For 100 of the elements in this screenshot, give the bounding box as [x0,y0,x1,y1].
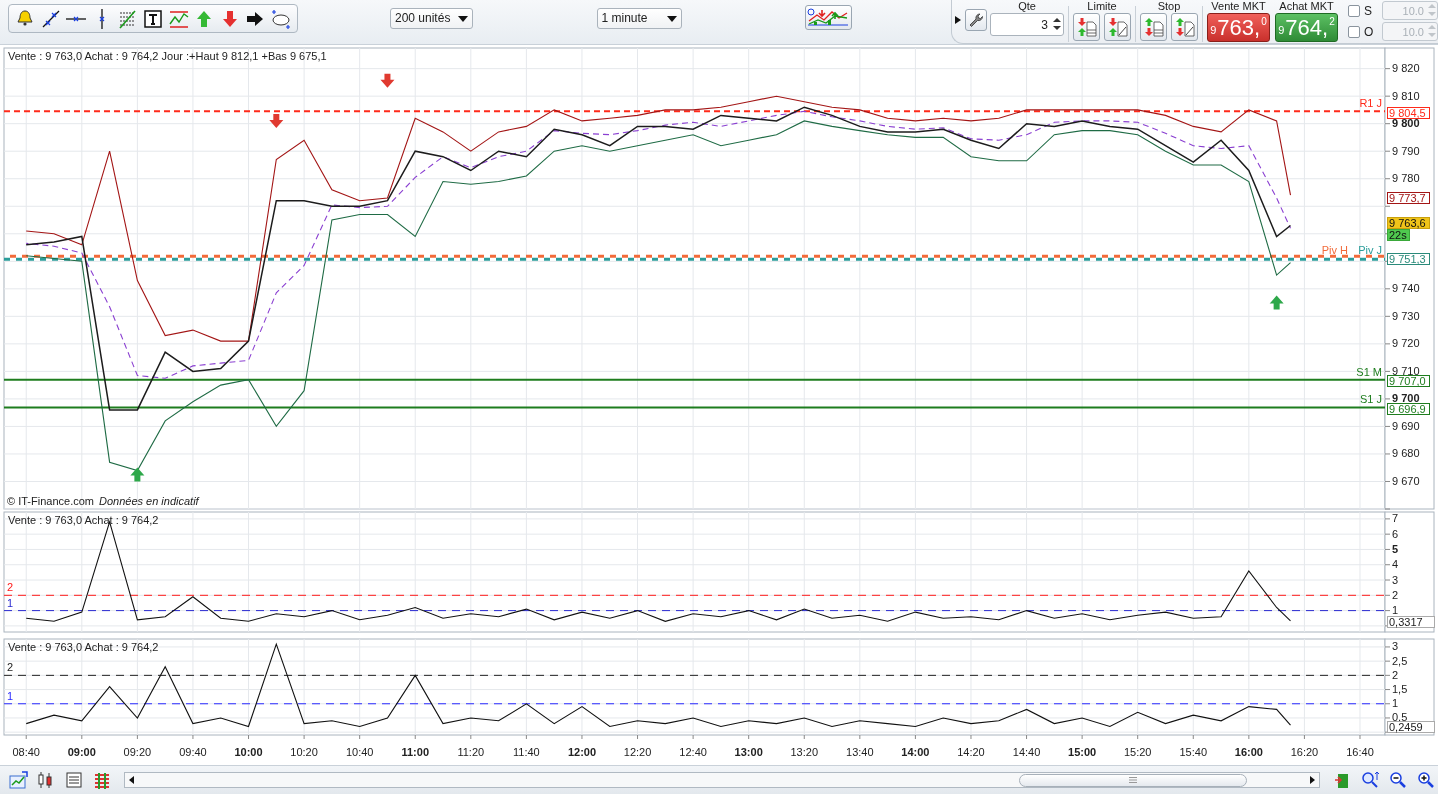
time-label: 13:40 [846,746,874,758]
axis-label: 3 [1392,640,1399,653]
time-label: 10:40 [345,746,374,758]
wrench-icon [968,12,984,28]
indicator-button[interactable] [804,5,852,30]
axis-label: 9 730 [1392,309,1420,322]
spinner-icon [1427,23,1437,39]
axis-label: 9 700 [1392,392,1420,405]
time-label: 15:40 [1179,746,1208,758]
level-label: 1 [7,596,14,609]
time-label: 10:20 [290,746,318,758]
level-label: Piv H [1321,243,1348,256]
time-label: 14:20 [957,746,985,758]
chart-icon [7,770,28,790]
axis-label: 9 710 [1392,364,1420,377]
quantity-field[interactable]: 3 [990,13,1064,36]
time-label: 16:40 [1346,746,1374,758]
level-label: 2 [7,581,14,594]
time-label: 09:00 [67,746,96,758]
scroll-thumb[interactable] [1018,773,1247,787]
text-tool-icon [142,7,164,30]
axis-label: 4 [1392,558,1399,571]
axis-label: 7 [1392,512,1399,525]
price-tag: 9 773,7 [1387,192,1430,204]
time-label: 13:20 [790,746,818,758]
time-label: 15:00 [1068,746,1097,758]
spinner-icon[interactable] [1052,15,1062,33]
price-tag: 9 707,0 [1387,375,1430,387]
ellipse-tool-button[interactable] [269,7,292,30]
axis-label: 9 780 [1392,172,1420,185]
axis-label: 9 740 [1392,282,1420,295]
axis-label: 2 [1392,668,1399,681]
units-dropdown[interactable]: 200 unités [390,8,473,29]
price-tag: 0,2459 [1387,721,1435,733]
down-arrow-icon [380,73,395,88]
price-tag: 9 696,9 [1387,403,1430,415]
time-label: 14:00 [901,746,930,758]
time-label: 10:00 [234,746,263,758]
axis-label: 9 670 [1392,475,1420,487]
time-label: 12:00 [567,746,597,758]
time-label: 12:20 [623,746,652,758]
interval-dropdown[interactable]: 1 minute [596,8,682,29]
list-icon [63,770,84,790]
settings-button[interactable] [965,9,987,31]
zoom-in-icon [1416,770,1436,790]
market-label: Vente MKT [1211,0,1266,12]
axis-label: 9 800 [1392,117,1420,130]
time-label: 11:20 [457,746,485,758]
down-arrow-icon [269,113,284,128]
axis-label: 1 [1392,604,1399,617]
price-tag: 9 763,6 [1387,217,1430,229]
caret-icon [457,15,468,22]
axis-label: 2 [1392,588,1399,601]
disclaimer-text: Données en indicatif [98,495,199,507]
level-label: R1 J [1359,97,1382,110]
up-arrow-icon [130,467,145,482]
time-label: 14:40 [1012,746,1041,758]
price-tag: 9 751,3 [1387,253,1430,265]
time-label: 16:20 [1290,746,1319,758]
time-label: 09:40 [179,746,207,758]
chart-indicator-icon [806,7,851,28]
axis-label: 9 690 [1392,419,1420,432]
level-label: Piv J [1358,243,1382,256]
axis-label: 1 [1392,697,1399,710]
level-label: 1 [7,689,14,702]
price-tag: 9 804,5 [1387,107,1430,119]
expand-icon[interactable] [955,16,961,24]
axis-label: 9 720 [1392,337,1420,350]
horizontal-line-icon [66,15,87,22]
vertical-line-icon [98,8,105,29]
grip-icon [1128,777,1137,783]
stop-order-button[interactable] [1171,13,1198,41]
axis-label: 6 [1392,527,1399,540]
spinner-icon [1427,2,1437,18]
chart-button[interactable] [6,769,30,791]
ellipse-icon [269,7,292,30]
axis-label: 9 810 [1392,89,1420,102]
chart-header: Vente : 9 763,0 Achat : 9 764,2 [8,514,159,526]
level-label: 2 [7,661,14,674]
time-label: 12:40 [679,746,707,758]
time-label: 16:00 [1234,746,1263,758]
horizontal-scrollbar[interactable] [123,772,1321,788]
level-label: S1 M [1356,365,1382,378]
caret-icon [666,15,677,22]
time-label: 15:20 [1123,746,1152,758]
quantity-label: Qte [1018,0,1036,12]
stop-order-button[interactable] [1140,13,1167,41]
timer-tag: 22s [1387,229,1410,241]
limit-order-button[interactable] [1073,13,1100,41]
chart-header: Vente : 9 763,0 Achat : 9 764,2 Jour :+Haut 9 812,1 +Bas 9 675,1 [8,50,327,62]
level-label: S1 J [1360,393,1382,406]
limit-order-button[interactable] [1104,13,1131,41]
limit-label: Limite [1087,0,1117,12]
time-label: 13:00 [734,746,763,758]
axis-label: 0,5 [1392,711,1408,724]
axis-label: 1,5 [1392,683,1408,696]
time-label: 11:40 [513,746,540,758]
axis-label: 9 680 [1392,447,1420,460]
text-tool-tool-button[interactable] [141,7,165,30]
option-label: O [1364,23,1374,41]
